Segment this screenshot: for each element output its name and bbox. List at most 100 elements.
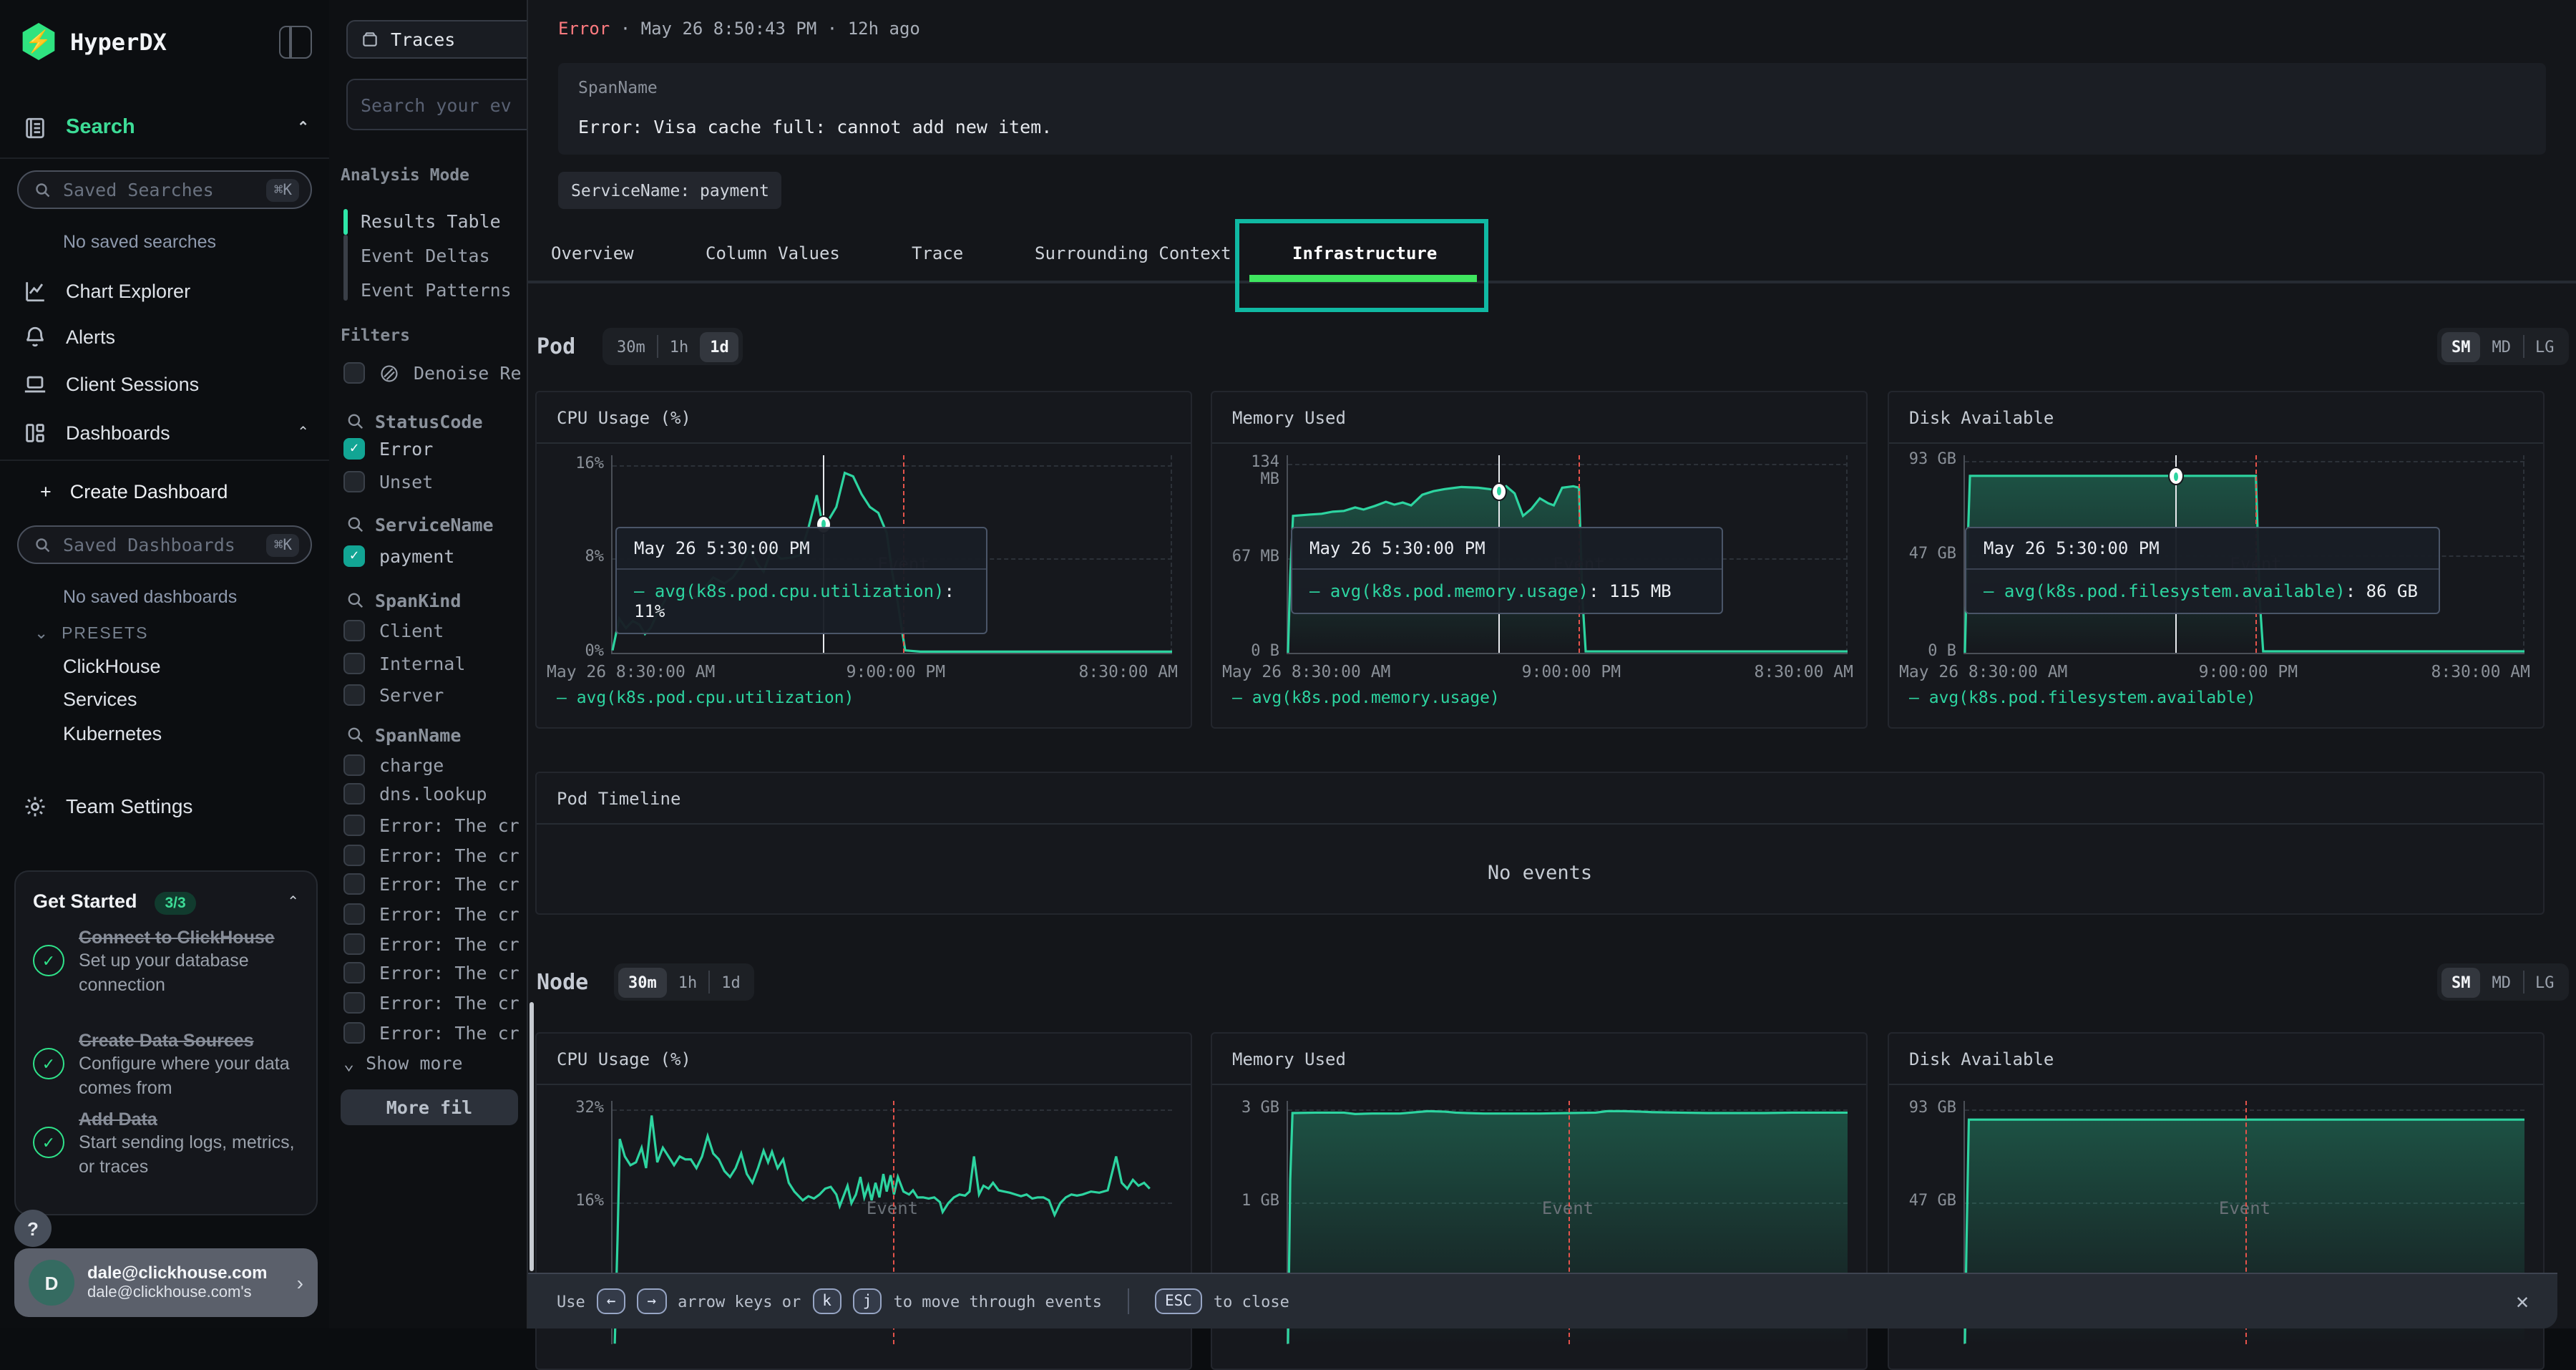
checkbox[interactable]: ✓ — [343, 620, 365, 641]
filter-option[interactable]: ✓Unset — [343, 471, 433, 492]
checkbox[interactable]: ✓ — [343, 815, 365, 836]
checkbox[interactable]: ✓ — [343, 545, 365, 567]
size-lg[interactable]: LG — [2525, 331, 2565, 361]
tab-overview[interactable]: Overview — [551, 243, 634, 263]
preset-clickhouse[interactable]: ClickHouse — [63, 656, 161, 677]
tab-column-values[interactable]: Column Values — [706, 243, 840, 263]
preset-kubernetes[interactable]: Kubernetes — [63, 723, 162, 744]
checkbox[interactable]: ✓ — [343, 992, 365, 1014]
more-filters-button[interactable]: More fil — [341, 1089, 518, 1125]
filter-option[interactable]: ✓Error: The cr — [343, 845, 519, 866]
filter-option[interactable]: ✓Client — [343, 620, 444, 641]
filter-option[interactable]: ✓charge — [343, 754, 444, 776]
size-sm[interactable]: SM — [2441, 967, 2481, 997]
checkbox[interactable]: ✓ — [343, 438, 365, 460]
checkbox[interactable]: ✓ — [343, 362, 365, 384]
pod-memory-chart[interactable]: 134 MB67 MB0 BEventMay 26 5:30:00 PM— av… — [1287, 455, 1848, 654]
checkbox[interactable]: ✓ — [343, 873, 365, 895]
denoise-toggle[interactable]: ✓ Denoise Re — [343, 362, 522, 384]
chart-line-icon — [23, 278, 47, 303]
size-sm[interactable]: SM — [2441, 331, 2481, 361]
chart-legend: — avg(k8s.pod.memory.usage) — [1232, 687, 1500, 707]
sidebar-item-search[interactable]: Search ⌃ — [0, 109, 329, 146]
filter-option[interactable]: ✓Error: The cr — [343, 992, 519, 1014]
user-menu[interactable]: D dale@clickhouse.com dale@clickhouse.co… — [14, 1248, 318, 1317]
checkbox[interactable]: ✓ — [343, 962, 365, 983]
mode-event-deltas[interactable]: Event Deltas — [361, 245, 490, 266]
filter-option[interactable]: ✓payment — [343, 545, 454, 567]
get-started-step[interactable]: ✓ Add Data Start sending logs, metrics, … — [33, 1108, 299, 1178]
pod-size-control[interactable]: SM MD LG — [2437, 328, 2569, 365]
chevron-up-icon[interactable]: ⌃ — [287, 895, 299, 910]
pod-cpu-chart[interactable]: 16%8%0%EventMay 26 5:30:00 PM— avg(k8s.p… — [611, 455, 1172, 654]
checkbox[interactable]: ✓ — [343, 653, 365, 674]
search-icon[interactable] — [346, 591, 365, 610]
filter-option[interactable]: ✓Internal — [343, 653, 465, 674]
filter-option[interactable]: ✓Error: The cr — [343, 933, 519, 955]
checkbox[interactable]: ✓ — [343, 783, 365, 805]
mode-event-patterns[interactable]: Event Patterns — [361, 279, 512, 301]
sidebar-item-alerts[interactable]: Alerts — [0, 318, 329, 355]
event-search-input[interactable]: Search your ev — [346, 79, 544, 130]
checkbox[interactable]: ✓ — [343, 903, 365, 925]
checkbox[interactable]: ✓ — [343, 684, 365, 706]
checkbox[interactable]: ✓ — [343, 471, 365, 492]
sidebar-item-chart-explorer[interactable]: Chart Explorer — [0, 272, 329, 309]
checkbox[interactable]: ✓ — [343, 845, 365, 866]
get-started-step[interactable]: ✓ Create Data Sources Configure where yo… — [33, 1029, 299, 1099]
range-30m[interactable]: 30m — [607, 331, 655, 361]
size-lg[interactable]: LG — [2525, 967, 2565, 997]
pod-disk-chart[interactable]: 93 GB47 GB0 BEventMay 26 5:30:00 PM— avg… — [1963, 455, 2524, 654]
range-1h[interactable]: 1h — [668, 967, 708, 997]
presets-toggle[interactable]: ⌄ PRESETS — [34, 623, 148, 643]
tab-surrounding-context[interactable]: Surrounding Context — [1035, 243, 1231, 263]
filter-option[interactable]: ✓Error — [343, 438, 433, 460]
range-1d[interactable]: 1d — [700, 331, 739, 361]
sidebar-item-dashboards[interactable]: Dashboards ⌃ — [0, 414, 329, 451]
show-more-button[interactable]: ⌄Show more — [343, 1052, 463, 1074]
range-1h[interactable]: 1h — [660, 331, 699, 361]
sidebar-item-client-sessions[interactable]: Client Sessions — [0, 365, 329, 402]
search-icon[interactable] — [346, 726, 365, 744]
filter-option[interactable]: ✓Error: The cr — [343, 815, 519, 836]
sidebar-collapse-icon[interactable] — [279, 26, 312, 59]
create-dashboard-button[interactable]: + Create Dashboard — [0, 472, 329, 510]
brand[interactable]: ⚡ HyperDX — [20, 23, 167, 60]
size-md[interactable]: MD — [2482, 331, 2522, 361]
tab-trace[interactable]: Trace — [912, 243, 963, 263]
filter-option[interactable]: ✓Server — [343, 684, 444, 706]
saved-dashboards-input[interactable]: Saved Dashboards ⌘K — [17, 525, 312, 564]
mode-results-table[interactable]: Results Table — [361, 210, 501, 232]
chart-legend: — avg(k8s.pod.filesystem.available) — [1909, 687, 2256, 707]
range-1d[interactable]: 1d — [711, 967, 751, 997]
filter-option[interactable]: ✓Error: The cr — [343, 903, 519, 925]
checkbox[interactable]: ✓ — [343, 933, 365, 955]
chart-title: CPU Usage (%) — [537, 392, 1191, 444]
preset-services[interactable]: Services — [63, 689, 137, 710]
filter-option[interactable]: ✓Error: The cr — [343, 962, 519, 983]
close-icon[interactable]: ✕ — [2516, 1288, 2529, 1314]
saved-searches-input[interactable]: Saved Searches ⌘K — [17, 170, 312, 209]
help-button[interactable]: ? — [14, 1210, 52, 1247]
filter-option[interactable]: ✓Error: The cr — [343, 1022, 519, 1044]
search-icon[interactable] — [346, 515, 365, 534]
source-select[interactable]: Traces — [346, 20, 544, 59]
node-range-control[interactable]: 30m 1h 1d — [614, 963, 755, 1001]
filter-option[interactable]: ✓Error: The cr — [343, 873, 519, 895]
checkbox[interactable]: ✓ — [343, 1022, 365, 1044]
get-started-step[interactable]: ✓ Connect to ClickHouse Set up your data… — [33, 926, 299, 996]
dashboard-grid-icon — [23, 420, 47, 444]
node-size-control[interactable]: SM MD LG — [2437, 963, 2569, 1001]
range-30m[interactable]: 30m — [618, 967, 667, 997]
annotation-highlight-box — [1235, 219, 1488, 312]
checkbox[interactable]: ✓ — [343, 754, 365, 776]
search-icon[interactable] — [346, 412, 365, 431]
check-circle-icon: ✓ — [33, 946, 64, 977]
service-name-chip[interactable]: ServiceName: payment — [558, 172, 782, 209]
sidebar-item-team-settings[interactable]: Team Settings — [0, 787, 329, 825]
size-md[interactable]: MD — [2482, 967, 2522, 997]
pod-timeline-card: Pod Timeline No events — [535, 772, 2545, 915]
filter-option[interactable]: ✓dns.lookup — [343, 783, 487, 805]
pod-range-control[interactable]: 30m 1h 1d — [602, 328, 743, 365]
drawer-scrollbar[interactable] — [530, 1002, 534, 1271]
